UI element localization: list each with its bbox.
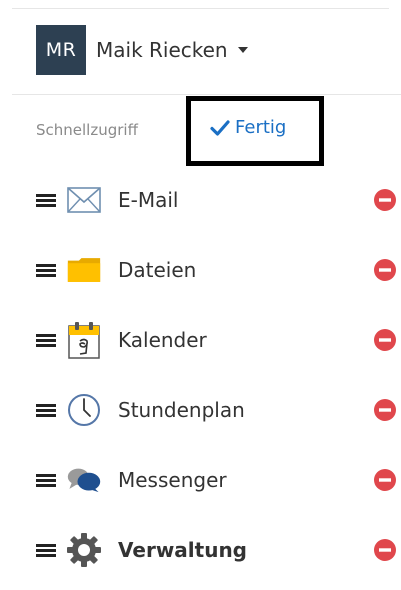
top-divider bbox=[12, 8, 389, 9]
item-label: Messenger bbox=[118, 468, 227, 492]
drag-handle-icon[interactable] bbox=[36, 401, 58, 419]
quick-item-messenger[interactable]: Messenger bbox=[36, 458, 398, 502]
user-menu[interactable]: MR Maik Riecken bbox=[36, 24, 248, 76]
remove-icon[interactable] bbox=[374, 399, 396, 421]
drag-handle-icon[interactable] bbox=[36, 471, 58, 489]
quick-access-label: Schnellzugriff bbox=[36, 121, 138, 139]
remove-icon[interactable] bbox=[374, 539, 396, 561]
envelope-icon bbox=[67, 183, 101, 217]
remove-icon[interactable] bbox=[374, 189, 396, 211]
item-label: Stundenplan bbox=[118, 398, 245, 422]
gear-icon bbox=[67, 533, 101, 567]
avatar-initials: MR bbox=[45, 39, 77, 61]
done-label: Fertig bbox=[235, 117, 287, 138]
remove-icon[interactable] bbox=[374, 469, 396, 491]
item-label: Verwaltung bbox=[118, 538, 247, 562]
section-divider bbox=[12, 94, 401, 95]
check-icon bbox=[210, 119, 230, 136]
item-label: Dateien bbox=[118, 258, 197, 282]
drag-handle-icon[interactable] bbox=[36, 331, 58, 349]
quick-item-calendar[interactable]: Kalender bbox=[36, 318, 398, 362]
avatar: MR bbox=[36, 25, 86, 75]
quick-item-files[interactable]: Dateien bbox=[36, 248, 398, 292]
chat-bubbles-icon bbox=[67, 463, 101, 497]
item-label: E-Mail bbox=[118, 188, 179, 212]
calendar-icon bbox=[67, 322, 101, 359]
quick-item-timetable[interactable]: Stundenplan bbox=[36, 388, 398, 432]
drag-handle-icon[interactable] bbox=[36, 541, 58, 559]
user-name: Maik Riecken bbox=[96, 38, 228, 62]
remove-icon[interactable] bbox=[374, 259, 396, 281]
clock-icon bbox=[67, 393, 101, 427]
drag-handle-icon[interactable] bbox=[36, 261, 58, 279]
caret-down-icon bbox=[237, 47, 248, 53]
folder-icon bbox=[67, 253, 101, 287]
quick-item-email[interactable]: E-Mail bbox=[36, 178, 398, 222]
remove-icon[interactable] bbox=[374, 329, 396, 351]
done-button[interactable]: Fertig bbox=[210, 117, 286, 138]
quick-item-administration[interactable]: Verwaltung bbox=[36, 528, 398, 572]
drag-handle-icon[interactable] bbox=[36, 191, 58, 209]
item-label: Kalender bbox=[118, 328, 207, 352]
